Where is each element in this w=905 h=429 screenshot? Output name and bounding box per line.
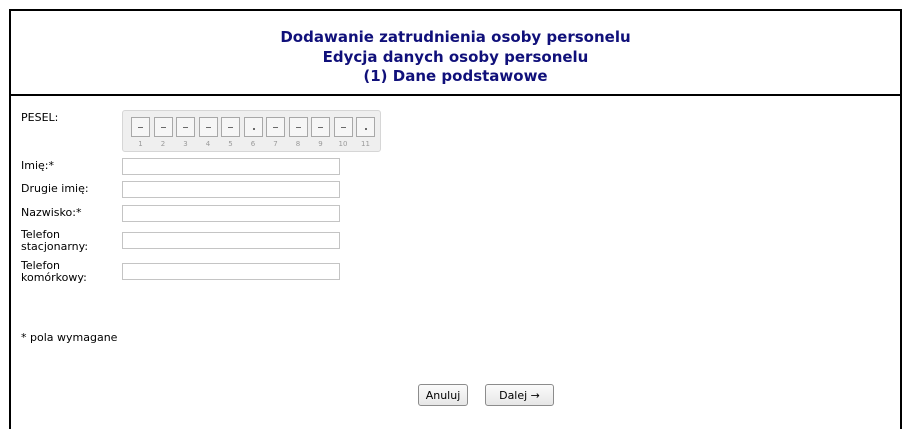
pesel-digit-placeholder [138, 127, 143, 128]
pesel-digit-number: 4 [205, 140, 211, 148]
mobile-label-line-2: komórkowy: [21, 271, 87, 284]
pesel-digit-input[interactable] [131, 117, 150, 137]
pesel-digit-input[interactable] [356, 117, 375, 137]
second-name-label: Drugie imię: [21, 182, 89, 195]
pesel-digit-placeholder [295, 127, 301, 128]
pesel-digit-placeholder [365, 128, 367, 130]
pesel-digit-input[interactable] [176, 117, 195, 137]
first-name-field[interactable] [122, 158, 340, 175]
mobile-label: Telefon komórkowy: [21, 260, 87, 284]
pesel-digit-input[interactable] [288, 117, 308, 137]
page-title: Dodawanie zatrudnienia osoby personelu E… [11, 28, 900, 87]
phone-label: Telefon stacjonarny: [21, 229, 88, 253]
required-fields-note: * pola wymagane [21, 331, 118, 344]
pesel-input-group: 1 2 3 4 5 6 7 8 9 10 11 [122, 110, 381, 152]
pesel-digit-input[interactable] [333, 117, 353, 137]
pesel-digit-number: 11 [361, 140, 370, 148]
title-line-1: Dodawanie zatrudnienia osoby personelu [280, 28, 631, 46]
pesel-digit-placeholder [183, 127, 188, 128]
pesel-digit-placeholder [340, 127, 346, 128]
pesel-digit-number: 7 [273, 140, 278, 148]
pesel-digit-input[interactable] [198, 117, 218, 137]
phone-label-line-2: stacjonarny: [21, 240, 89, 253]
pesel-digit-input[interactable] [311, 117, 330, 137]
pesel-digit-input[interactable] [153, 117, 173, 137]
next-button[interactable]: Dalej → [485, 384, 554, 406]
pesel-digit-number: 10 [338, 140, 348, 148]
form-frame: Dodawanie zatrudnienia osoby personelu E… [9, 9, 902, 429]
pesel-label: PESEL: [21, 111, 59, 124]
pesel-digit-number: 1 [138, 140, 143, 148]
mobile-phone-field[interactable] [122, 263, 340, 280]
cancel-button[interactable]: Anuluj [418, 384, 468, 406]
pesel-digit-placeholder [205, 127, 211, 128]
title-line-3: (1) Dane podstawowe [363, 67, 548, 85]
pesel-digit-number: 5 [228, 140, 233, 148]
pesel-digit-number: 3 [183, 140, 188, 148]
pesel-digit-placeholder [252, 128, 255, 130]
pesel-digit-number: 8 [295, 140, 301, 148]
pesel-digit-input[interactable] [243, 117, 263, 137]
first-name-label: Imię:* [21, 159, 54, 172]
surname-label: Nazwisko:* [21, 206, 82, 219]
second-name-field[interactable] [122, 181, 340, 198]
surname-field[interactable] [122, 205, 340, 222]
title-line-2: Edycja danych osoby personelu [322, 47, 589, 66]
pesel-digit-placeholder [273, 127, 278, 128]
pesel-digit-input[interactable] [221, 117, 240, 137]
pesel-digit-placeholder [318, 127, 323, 128]
pesel-digit-number: 6 [250, 140, 256, 148]
landline-phone-field[interactable] [122, 232, 340, 249]
pesel-digit-number: 9 [318, 140, 323, 148]
pesel-digit-placeholder [160, 127, 166, 128]
pesel-digit-number: 2 [160, 140, 166, 148]
pesel-digit-input[interactable] [266, 117, 285, 137]
pesel-digit-placeholder [228, 127, 233, 128]
header-divider [11, 94, 900, 96]
